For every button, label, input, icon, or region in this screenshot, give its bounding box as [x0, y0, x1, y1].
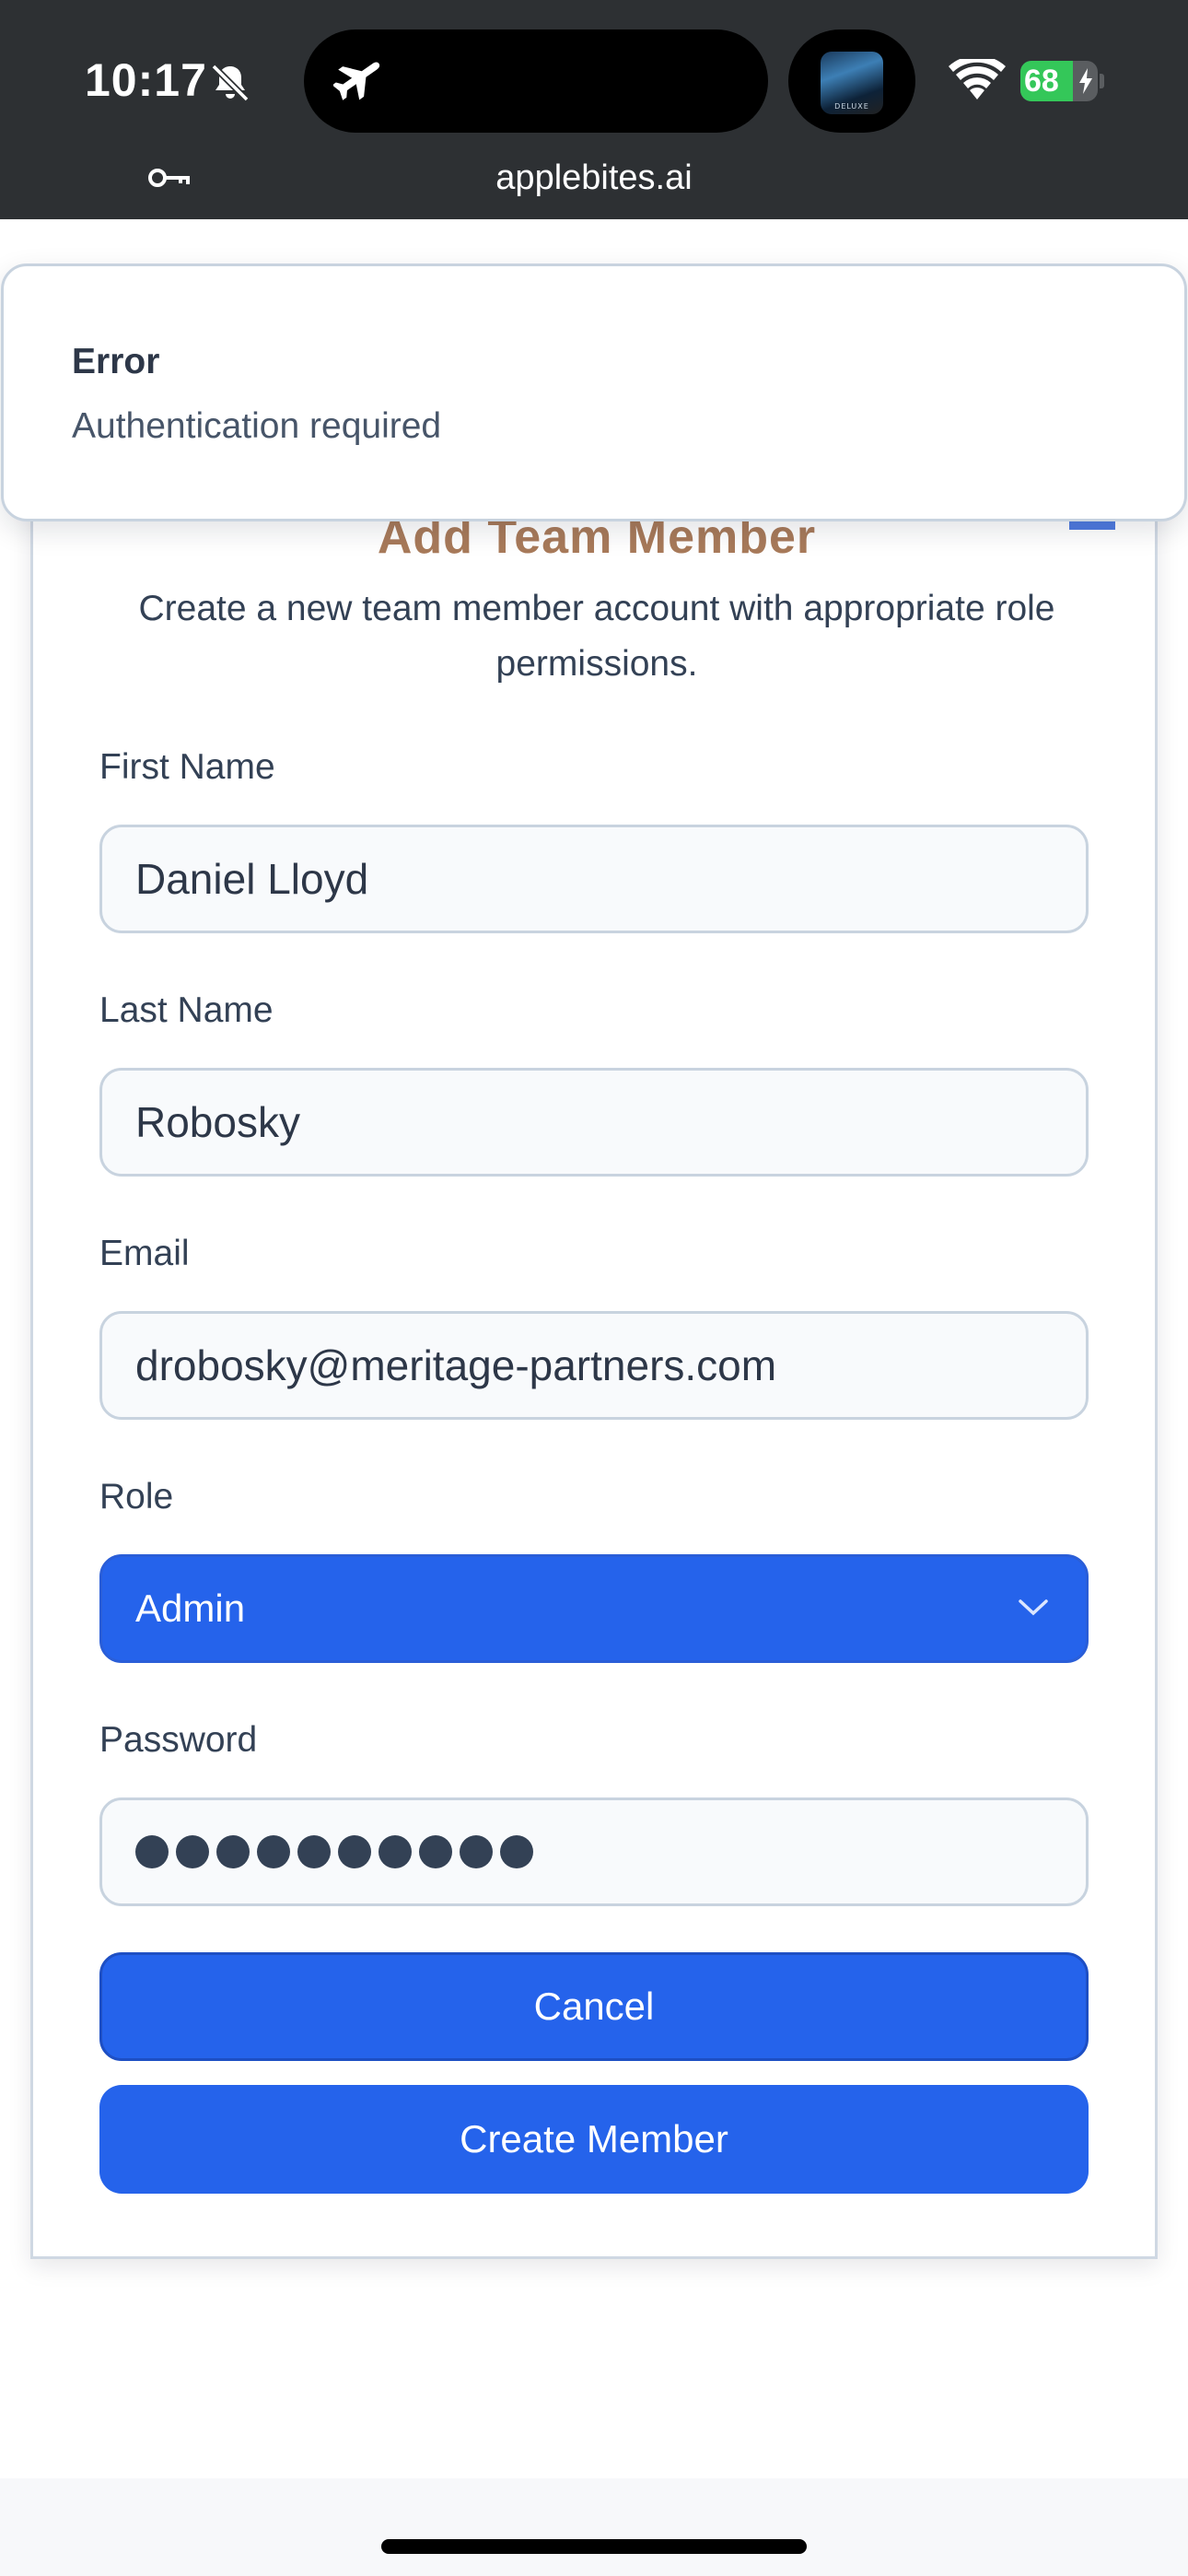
home-indicator[interactable] [381, 2539, 807, 2554]
last-name-input[interactable]: Robosky [99, 1068, 1089, 1177]
error-toast[interactable]: Error Authentication required [1, 263, 1187, 521]
address-bar-url[interactable]: applebites.ai [0, 158, 1188, 198]
role-label: Role [99, 1477, 174, 1516]
form-subtitle: Create a new team member account with ap… [138, 589, 1055, 684]
password-input[interactable] [99, 1797, 1089, 1906]
password-dot [135, 1835, 169, 1868]
password-dot [257, 1835, 290, 1868]
password-dot [379, 1835, 412, 1868]
status-bar: 10:17 DELUXE 68 applebites.ai [0, 0, 1188, 219]
bottom-safe-area [0, 2478, 1188, 2576]
password-dot [176, 1835, 209, 1868]
app-thumbnail-text: DELUXE [834, 102, 869, 111]
chevron-down-icon [1019, 1599, 1048, 1616]
battery-indicator: 68 [1020, 61, 1104, 101]
airplane-icon [333, 62, 380, 100]
password-dot [338, 1835, 371, 1868]
password-mask [135, 1835, 533, 1868]
add-member-card: Add Team Member Create a new team member… [30, 479, 1158, 2259]
password-label: Password [99, 1720, 258, 1760]
first-name-label: First Name [99, 747, 275, 787]
create-member-button[interactable]: Create Member [99, 2085, 1089, 2194]
cancel-button[interactable]: Cancel [99, 1952, 1089, 2061]
first-name-value: Daniel Lloyd [135, 855, 369, 903]
password-dot [460, 1835, 493, 1868]
email-input[interactable]: drobosky@meritage-partners.com [99, 1311, 1089, 1420]
last-name-label: Last Name [99, 990, 274, 1030]
wifi-icon [949, 59, 1006, 100]
charging-bolt-icon [1079, 68, 1092, 94]
role-value: Admin [135, 1587, 246, 1630]
email-value: drobosky@meritage-partners.com [135, 1341, 777, 1389]
role-select[interactable]: Admin [99, 1554, 1089, 1663]
toast-title: Error [72, 342, 160, 381]
password-dot [297, 1835, 331, 1868]
first-name-input[interactable]: Daniel Lloyd [99, 825, 1089, 933]
email-label: Email [99, 1234, 190, 1273]
password-dot [216, 1835, 250, 1868]
app-thumbnail[interactable]: DELUXE [821, 52, 883, 114]
password-dot [500, 1835, 533, 1868]
password-dot [419, 1835, 452, 1868]
bell-slash-icon [211, 64, 250, 102]
last-name-value: Robosky [135, 1098, 300, 1146]
battery-percent: 68 [1024, 64, 1059, 99]
toast-message: Authentication required [72, 406, 442, 446]
status-time: 10:17 [85, 54, 207, 106]
